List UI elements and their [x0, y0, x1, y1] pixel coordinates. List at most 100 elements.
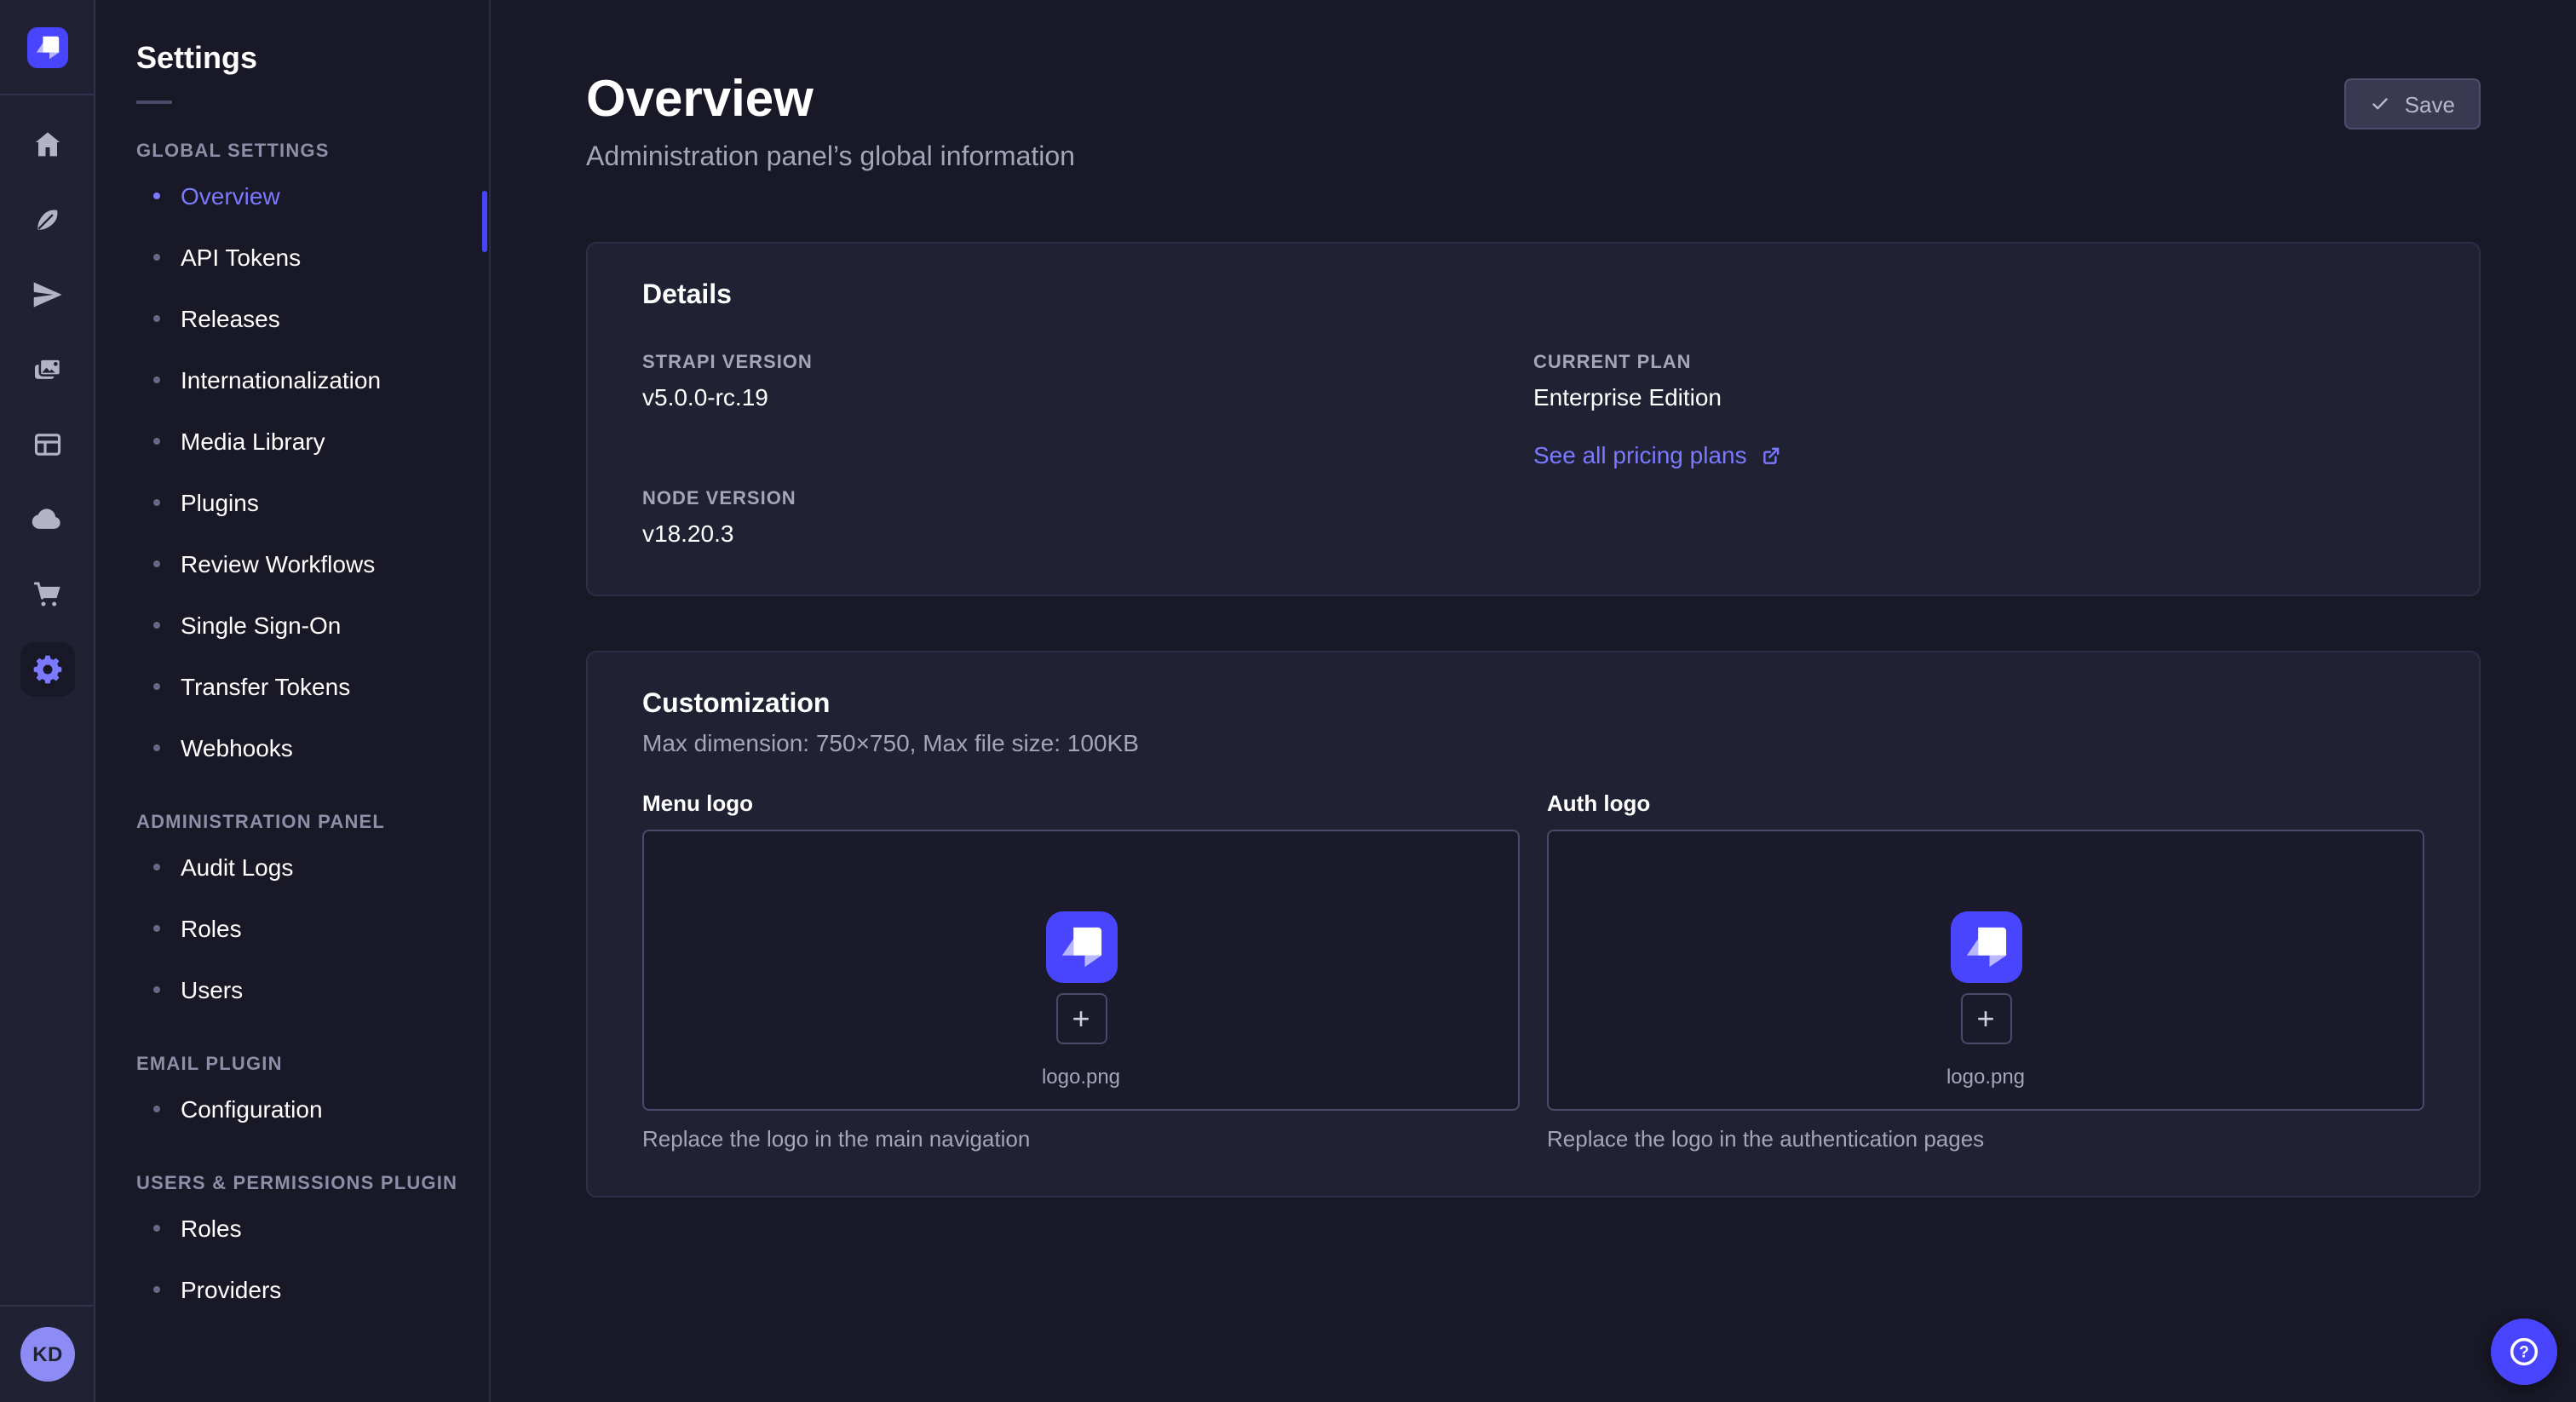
details-card: Details STRAPI VERSION v5.0.0-rc.19 NODE…: [586, 242, 2481, 596]
main-nav-rail: KD: [0, 0, 95, 1402]
sidebar-item-releases[interactable]: Releases: [136, 288, 489, 349]
sidebar-scrollbar-thumb[interactable]: [482, 191, 487, 252]
customization-card: Customization Max dimension: 750×750, Ma…: [586, 651, 2481, 1198]
cloud-icon[interactable]: [9, 482, 84, 557]
sidebar-item-label: Webhooks: [181, 734, 293, 761]
bullet-icon: [153, 622, 160, 629]
sidebar-title-divider: [136, 101, 172, 104]
page-header: Overview Administration panel’s global i…: [586, 75, 2481, 174]
help-button[interactable]: ?: [2491, 1319, 2557, 1385]
settings-sidebar: Settings GLOBAL SETTINGS Overview API To…: [95, 0, 491, 1402]
sidebar-item-label: Users: [181, 976, 243, 1003]
menu-logo-hint: Replace the logo in the main navigation: [642, 1126, 1520, 1152]
sidebar-item-label: Single Sign-On: [181, 612, 341, 639]
sidebar-item-label: Overview: [181, 182, 280, 210]
main-content: Overview Administration panel’s global i…: [491, 0, 2576, 1402]
auth-logo-dropzone[interactable]: + logo.png: [1547, 830, 2424, 1111]
section-header-global-settings: GLOBAL SETTINGS: [136, 141, 489, 162]
strapi-logo-icon: [26, 27, 67, 68]
settings-nav-item[interactable]: [9, 632, 84, 707]
sidebar-item-label: Releases: [181, 305, 280, 332]
sidebar-item-providers[interactable]: Providers: [136, 1259, 489, 1320]
marketplace-cart-icon[interactable]: [9, 557, 84, 632]
sidebar-item-label: Providers: [181, 1276, 281, 1303]
svg-text:?: ?: [2519, 1344, 2529, 1362]
menu-logo-dropzone[interactable]: + logo.png: [642, 830, 1520, 1111]
sidebar-item-configuration[interactable]: Configuration: [136, 1078, 489, 1140]
home-icon[interactable]: [9, 107, 84, 182]
add-auth-logo-button[interactable]: +: [1960, 993, 2011, 1044]
strapi-logo[interactable]: [26, 27, 67, 68]
field-value: Enterprise Edition: [1533, 383, 2424, 411]
bullet-icon: [153, 683, 160, 690]
deploy-paper-plane-icon[interactable]: [9, 257, 84, 332]
sidebar-item-label: Media Library: [181, 428, 325, 455]
pricing-plans-link-label: See all pricing plans: [1533, 441, 1747, 468]
sidebar-item-label: Audit Logs: [181, 853, 293, 881]
media-library-images-icon[interactable]: [9, 332, 84, 407]
bullet-icon: [153, 499, 160, 506]
sidebar-item-overview[interactable]: Overview: [136, 165, 489, 227]
sidebar-title: Settings: [136, 41, 489, 77]
sidebar-item-label: Roles: [181, 1215, 242, 1242]
sidebar-item-transfer-tokens[interactable]: Transfer Tokens: [136, 656, 489, 717]
section-header-administration-panel: ADMINISTRATION PANEL: [136, 813, 489, 833]
sidebar-item-plugins[interactable]: Plugins: [136, 472, 489, 533]
strapi-logo-icon: [1045, 911, 1117, 983]
plus-icon: +: [1976, 1003, 1994, 1034]
avatar[interactable]: KD: [20, 1327, 75, 1382]
details-heading: Details: [642, 281, 2424, 312]
sidebar-item-audit-logs[interactable]: Audit Logs: [136, 836, 489, 898]
sidebar-item-label: Review Workflows: [181, 550, 375, 577]
menu-logo-filename: logo.png: [1042, 1065, 1120, 1089]
sidebar-item-label: Configuration: [181, 1095, 323, 1123]
customization-subheading: Max dimension: 750×750, Max file size: 1…: [642, 729, 2424, 756]
sidebar-item-label: Internationalization: [181, 366, 381, 394]
strapi-version-field: STRAPI VERSION v5.0.0-rc.19: [642, 353, 1533, 411]
page-subtitle: Administration panel’s global informatio…: [586, 143, 1075, 174]
menu-logo-field: Menu logo + logo.png Replace the logo: [642, 790, 1520, 1152]
add-menu-logo-button[interactable]: +: [1055, 993, 1107, 1044]
menu-logo-label: Menu logo: [642, 790, 1520, 816]
content-type-builder-layout-icon[interactable]: [9, 407, 84, 482]
bullet-icon: [153, 560, 160, 567]
sidebar-item-users[interactable]: Users: [136, 959, 489, 1020]
section-header-email-plugin: EMAIL PLUGIN: [136, 1054, 489, 1075]
bullet-icon: [153, 438, 160, 445]
external-link-icon: [1761, 444, 1783, 466]
field-label: NODE VERSION: [642, 489, 1533, 509]
bullet-icon: [153, 315, 160, 322]
save-button-label: Save: [2405, 91, 2455, 117]
rail-nav: [9, 107, 84, 707]
menu-logo-preview: [1045, 911, 1117, 983]
auth-logo-preview: [1950, 911, 2021, 983]
customization-heading: Customization: [642, 690, 2424, 721]
pricing-plans-link[interactable]: See all pricing plans: [1533, 441, 1783, 468]
auth-logo-hint: Replace the logo in the authentication p…: [1547, 1126, 2424, 1152]
sidebar-item-webhooks[interactable]: Webhooks: [136, 717, 489, 779]
sidebar-item-label: API Tokens: [181, 244, 301, 271]
rail-divider: [0, 94, 95, 95]
bullet-icon: [153, 192, 160, 199]
content-manager-feather-icon[interactable]: [9, 182, 84, 257]
section-header-users-permissions-plugin: USERS & PERMISSIONS PLUGIN: [136, 1174, 489, 1194]
sidebar-item-up-roles[interactable]: Roles: [136, 1198, 489, 1259]
check-icon: [2371, 94, 2391, 114]
settings-gear-icon: [20, 642, 74, 697]
sidebar-item-media-library[interactable]: Media Library: [136, 411, 489, 472]
bullet-icon: [153, 744, 160, 751]
bullet-icon: [153, 864, 160, 871]
field-label: CURRENT PLAN: [1533, 353, 2424, 373]
node-version-field: NODE VERSION v18.20.3: [642, 489, 1533, 547]
page-title: Overview: [586, 75, 1075, 126]
bullet-icon: [153, 376, 160, 383]
bullet-icon: [153, 1106, 160, 1112]
sidebar-item-review-workflows[interactable]: Review Workflows: [136, 533, 489, 595]
sidebar-item-admin-roles[interactable]: Roles: [136, 898, 489, 959]
save-button[interactable]: Save: [2345, 78, 2481, 129]
sidebar-item-api-tokens[interactable]: API Tokens: [136, 227, 489, 288]
sidebar-item-label: Plugins: [181, 489, 259, 516]
sidebar-item-internationalization[interactable]: Internationalization: [136, 349, 489, 411]
details-grid: STRAPI VERSION v5.0.0-rc.19 NODE VERSION…: [642, 353, 2424, 547]
sidebar-item-single-sign-on[interactable]: Single Sign-On: [136, 595, 489, 656]
